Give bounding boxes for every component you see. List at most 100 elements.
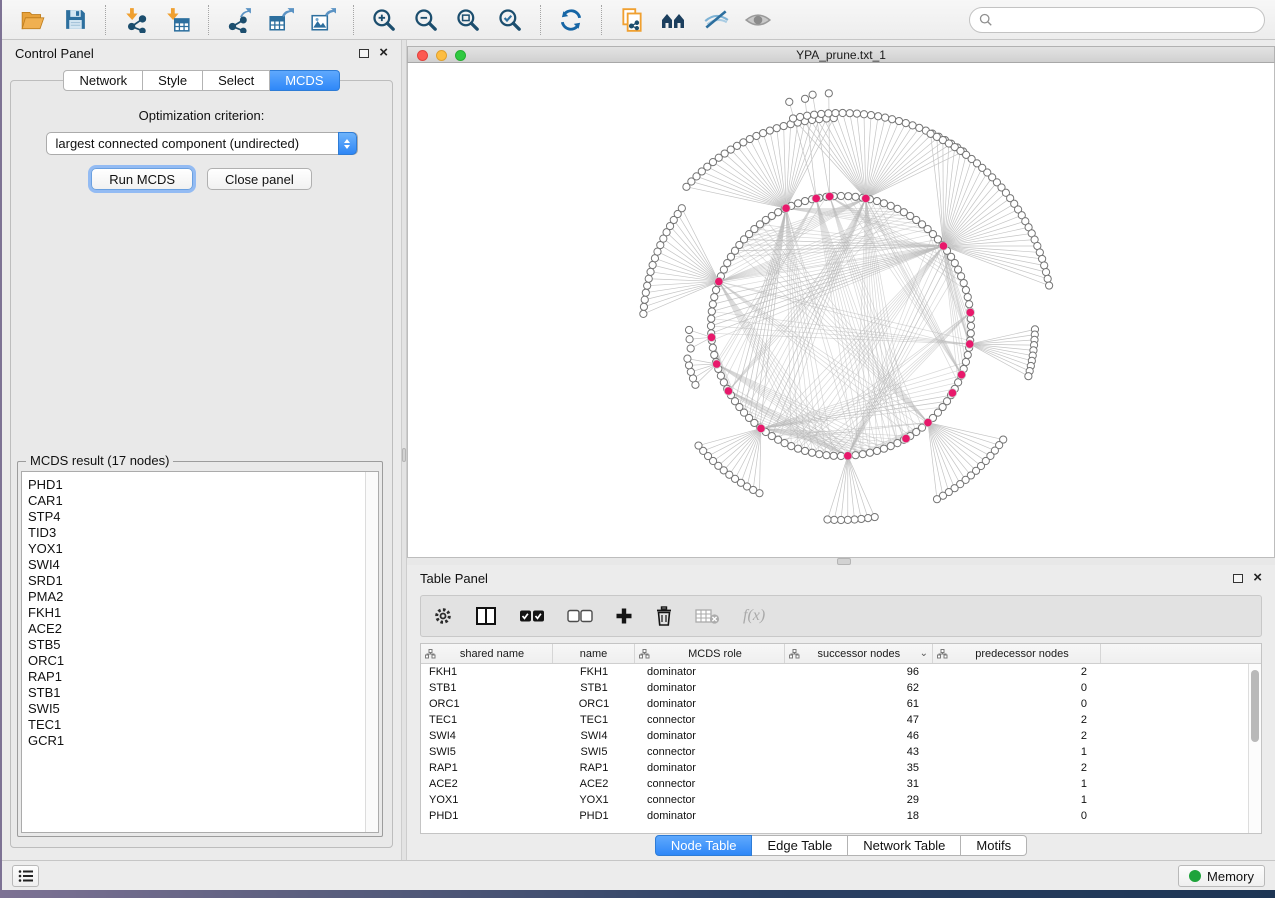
column-header-MCDS-role[interactable]: MCDS role: [635, 644, 785, 663]
export-network-icon[interactable]: [223, 4, 255, 36]
network-node[interactable]: [794, 445, 801, 452]
splitter-grip[interactable]: [402, 448, 406, 462]
network-hub-node[interactable]: [712, 360, 720, 368]
zoom-out-icon[interactable]: [410, 4, 442, 36]
mcds-result-item[interactable]: TID3: [28, 525, 378, 541]
memory-button[interactable]: Memory: [1178, 865, 1265, 887]
table-row[interactable]: PHD1PHD1dominator180: [421, 808, 1261, 824]
network-node[interactable]: [711, 293, 718, 300]
table-cell[interactable]: PHD1: [553, 808, 635, 824]
network-node[interactable]: [860, 111, 867, 118]
network-hub-node[interactable]: [939, 242, 947, 250]
table-cell[interactable]: TEC1: [553, 712, 635, 728]
network-canvas[interactable]: [407, 63, 1275, 558]
table-cell[interactable]: 47: [785, 712, 933, 728]
network-node[interactable]: [780, 122, 787, 129]
table-cell[interactable]: 62: [785, 680, 933, 696]
apply-layout-icon[interactable]: [555, 4, 587, 36]
network-node[interactable]: [846, 110, 853, 117]
table-cell[interactable]: RAP1: [553, 760, 635, 776]
network-node[interactable]: [788, 443, 795, 450]
network-hub-node[interactable]: [924, 418, 932, 426]
network-node[interactable]: [640, 303, 647, 310]
network-hub-node[interactable]: [825, 192, 833, 200]
tab-select[interactable]: Select: [203, 70, 270, 91]
network-node[interactable]: [880, 200, 887, 207]
table-cell[interactable]: 0: [933, 696, 1101, 712]
network-node[interactable]: [708, 308, 715, 315]
network-hub-node[interactable]: [724, 387, 732, 395]
table-cell[interactable]: 0: [933, 680, 1101, 696]
network-node[interactable]: [796, 113, 803, 120]
network-node[interactable]: [831, 516, 838, 523]
network-node[interactable]: [816, 451, 823, 458]
table-cell[interactable]: 1: [933, 776, 1101, 792]
import-network-icon[interactable]: [120, 4, 152, 36]
tab-network-table[interactable]: Network Table: [848, 835, 961, 856]
table-cell[interactable]: 2: [933, 728, 1101, 744]
network-node[interactable]: [894, 440, 901, 447]
network-node[interactable]: [803, 112, 810, 119]
table-cell[interactable]: 29: [785, 792, 933, 808]
table-cell[interactable]: connector: [635, 744, 785, 760]
table-cell[interactable]: YOX1: [553, 792, 635, 808]
network-node[interactable]: [823, 452, 830, 459]
network-node[interactable]: [958, 273, 965, 280]
network-node[interactable]: [717, 372, 724, 379]
splitter-grip[interactable]: [837, 558, 851, 565]
tab-edge-table[interactable]: Edge Table: [752, 835, 848, 856]
network-node[interactable]: [811, 111, 818, 118]
show-all-icon[interactable]: [742, 4, 774, 36]
mcds-result-item[interactable]: FKH1: [28, 605, 378, 621]
network-node[interactable]: [858, 515, 865, 522]
export-table-icon[interactable]: [265, 4, 297, 36]
table-cell[interactable]: 2: [933, 760, 1101, 776]
network-hub-node[interactable]: [957, 370, 965, 378]
network-node[interactable]: [789, 115, 796, 122]
table-cell[interactable]: 1: [933, 792, 1101, 808]
network-node[interactable]: [880, 445, 887, 452]
network-node[interactable]: [759, 130, 766, 137]
mcds-result-item[interactable]: STB1: [28, 685, 378, 701]
table-cell[interactable]: connector: [635, 712, 785, 728]
mcds-result-item[interactable]: STP4: [28, 509, 378, 525]
float-panel-icon[interactable]: [359, 49, 369, 58]
export-image-icon[interactable]: [307, 4, 339, 36]
network-node[interactable]: [967, 330, 974, 337]
table-cell[interactable]: 18: [785, 808, 933, 824]
close-window-icon[interactable]: [417, 50, 428, 61]
table-cell[interactable]: TEC1: [421, 712, 553, 728]
network-node[interactable]: [866, 449, 873, 456]
network-node[interactable]: [887, 202, 894, 209]
table-cell[interactable]: dominator: [635, 696, 785, 712]
mcds-result-item[interactable]: PHD1: [28, 477, 378, 493]
first-neighbors-icon[interactable]: [658, 4, 690, 36]
network-node[interactable]: [852, 193, 859, 200]
close-panel-button[interactable]: Close panel: [207, 168, 312, 190]
zoom-in-icon[interactable]: [368, 4, 400, 36]
network-hub-node[interactable]: [715, 277, 723, 285]
scrollbar-thumb[interactable]: [1251, 670, 1259, 742]
table-cell[interactable]: PHD1: [421, 808, 553, 824]
network-node[interactable]: [852, 452, 859, 459]
network-node[interactable]: [695, 442, 702, 449]
network-node[interactable]: [651, 255, 658, 262]
network-node[interactable]: [851, 516, 858, 523]
network-node[interactable]: [960, 279, 967, 286]
network-node[interactable]: [642, 289, 649, 296]
network-node[interactable]: [687, 345, 694, 352]
hide-selected-icon[interactable]: [700, 4, 732, 36]
network-node[interactable]: [708, 315, 715, 322]
network-node[interactable]: [685, 362, 692, 369]
table-cell[interactable]: dominator: [635, 664, 785, 680]
table-cell[interactable]: dominator: [635, 760, 785, 776]
network-hub-node[interactable]: [707, 333, 715, 341]
network-node[interactable]: [887, 443, 894, 450]
network-hub-node[interactable]: [757, 424, 765, 432]
table-cell[interactable]: STB1: [553, 680, 635, 696]
table-cell[interactable]: 2: [933, 712, 1101, 728]
table-scrollbar[interactable]: [1248, 664, 1261, 833]
table-cell[interactable]: ACE2: [553, 776, 635, 792]
mcds-result-item[interactable]: TEC1: [28, 717, 378, 733]
network-node[interactable]: [875, 113, 882, 120]
